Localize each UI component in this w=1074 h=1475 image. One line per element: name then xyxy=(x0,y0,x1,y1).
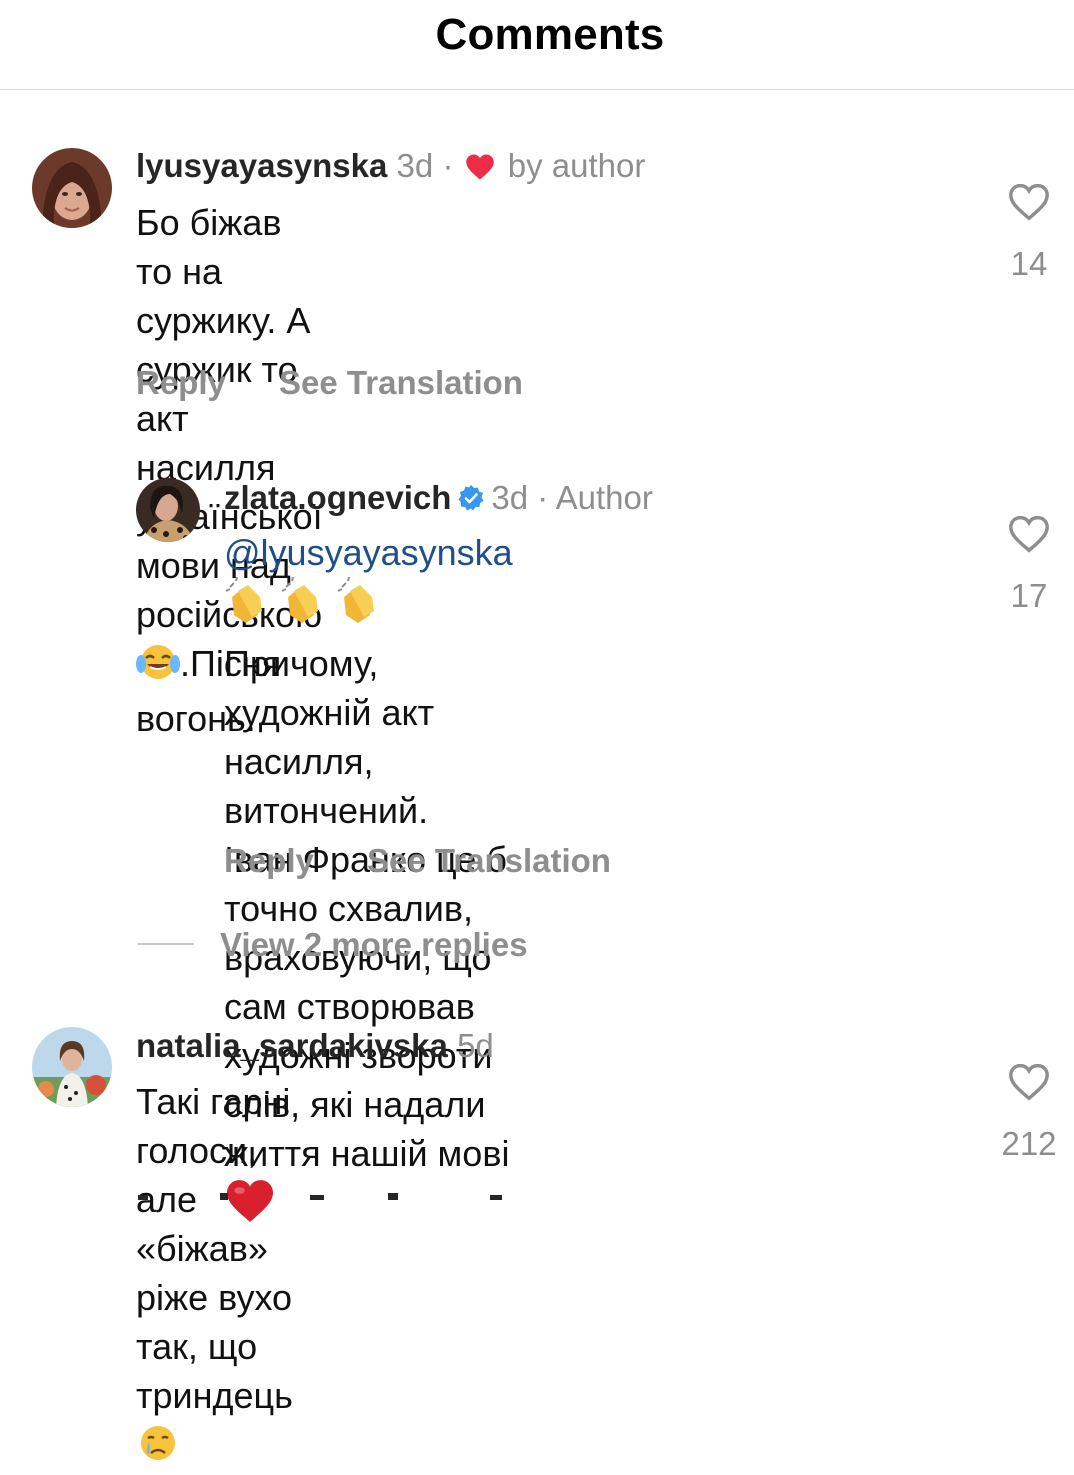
timestamp: 5d xyxy=(457,1027,494,1064)
separator: · xyxy=(537,479,549,516)
view-more-divider xyxy=(138,943,194,945)
verified-badge-icon xyxy=(457,481,485,521)
comment-meta: natalia_sardakivska 5d xyxy=(136,1026,494,1066)
comment-actions: Reply See Translation xyxy=(224,842,655,880)
timestamp: 3d xyxy=(491,479,529,516)
comment-text-tail: Причому, xyxy=(224,643,379,684)
clapping-hands-emoji xyxy=(224,576,392,639)
heart-outline-icon[interactable] xyxy=(989,514,1069,559)
author-badge: Author xyxy=(555,479,653,516)
avatar[interactable] xyxy=(136,478,200,542)
comment-text-line: @lyusyayasynska Причому, xyxy=(224,528,513,688)
timestamp: 3d xyxy=(396,147,434,184)
like-count: 14 xyxy=(1010,245,1048,282)
like-count: 212 xyxy=(1001,1125,1057,1162)
tears-of-joy-emoji xyxy=(136,642,180,694)
next-comment-partial xyxy=(130,1188,650,1200)
reply-button[interactable]: Reply xyxy=(224,842,314,879)
comment-text-line: так, що триндець xyxy=(136,1322,293,1475)
avatar[interactable] xyxy=(32,1027,112,1107)
comment-actions: Reply See Translation xyxy=(136,364,567,402)
page-title: Comments xyxy=(435,10,665,59)
see-translation-button[interactable]: See Translation xyxy=(279,364,523,401)
comment-text-tail: так, що триндець xyxy=(136,1326,293,1416)
comment-text: Такі гарні голоси, але «біжав» ріже вухо… xyxy=(136,1077,293,1475)
mention-link[interactable]: @lyusyayasynska xyxy=(224,532,513,573)
like-control: 17 xyxy=(989,514,1069,615)
username[interactable]: lyusyayasynska xyxy=(136,147,387,184)
see-translation-button[interactable]: See Translation xyxy=(367,842,611,879)
heart-outline-icon[interactable] xyxy=(989,182,1069,227)
heart-filled-icon xyxy=(465,150,495,190)
comment-meta: lyusyayasynska 3d · by author xyxy=(136,146,645,190)
reply-button[interactable]: Reply xyxy=(136,364,226,401)
comments-header: Comments xyxy=(0,0,1074,90)
comment-meta: zlata.ognevich 3d · Author xyxy=(224,478,653,521)
separator: · xyxy=(442,147,454,184)
username[interactable]: zlata.ognevich xyxy=(224,479,451,516)
like-control: 212 xyxy=(989,1062,1069,1163)
like-count: 17 xyxy=(1010,577,1048,614)
like-control: 14 xyxy=(989,182,1069,283)
username[interactable]: natalia_sardakivska xyxy=(136,1027,448,1064)
view-more-replies-button[interactable]: View 2 more replies xyxy=(220,926,528,964)
heart-outline-icon[interactable] xyxy=(989,1062,1069,1107)
crying-face-emoji xyxy=(136,1423,180,1475)
liked-by-author: by author xyxy=(507,147,646,184)
comment-text-line: художній акт насилля, витончений. xyxy=(224,692,435,831)
avatar[interactable] xyxy=(32,148,112,228)
comment-text-line: Бо біжав то на суржику. А суржик то акт xyxy=(136,202,311,439)
